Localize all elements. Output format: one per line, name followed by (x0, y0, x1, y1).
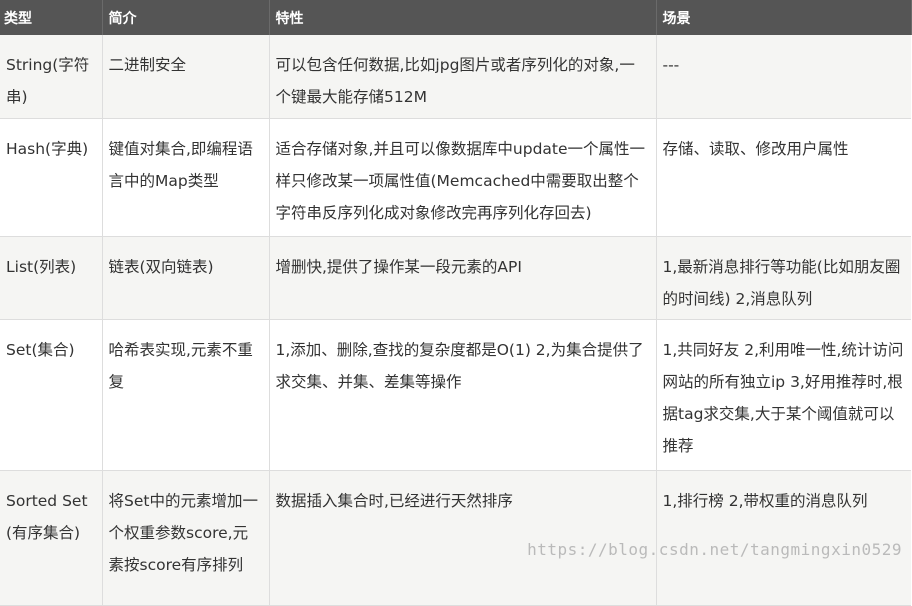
watermark-url: https://blog.csdn.net/tangmingxin0529 (527, 540, 902, 559)
table-row: Set(集合) 哈希表实现,元素不重复 1,添加、删除,查找的复杂度都是O(1)… (0, 319, 911, 471)
header-row: 类型 简介 特性 场景 (0, 0, 912, 35)
cell-scenarios: 1,最新消息排行等功能(比如朋友圈的时间线) 2,消息队列 (656, 236, 911, 320)
cell-type: List(列表) (0, 236, 103, 320)
header-scenarios: 场景 (656, 0, 912, 35)
table-row: String(字符串) 二进制安全 可以包含任何数据,比如jpg图片或者序列化的… (0, 35, 911, 119)
cell-intro: 链表(双向链表) (102, 236, 270, 320)
cell-features: 增删快,提供了操作某一段元素的API (269, 236, 657, 320)
table-row: Sorted Set(有序集合) 将Set中的元素增加一个权重参数score,元… (0, 470, 911, 606)
cell-intro: 将Set中的元素增加一个权重参数score,元素按score有序排列 (102, 470, 270, 606)
cell-type: Hash(字典) (0, 118, 103, 237)
cell-scenarios: 1,排行榜 2,带权重的消息队列 (656, 470, 911, 606)
cell-type: Sorted Set(有序集合) (0, 470, 103, 606)
header-type: 类型 (0, 0, 103, 35)
cell-intro: 哈希表实现,元素不重复 (102, 319, 270, 471)
cell-scenarios: 存储、读取、修改用户属性 (656, 118, 911, 237)
table-row: List(列表) 链表(双向链表) 增删快,提供了操作某一段元素的API 1,最… (0, 236, 911, 320)
cell-type: String(字符串) (0, 35, 103, 119)
redis-data-types-table: 类型 简介 特性 场景 String(字符串) 二进制安全 可以包含任何数据,比… (0, 0, 912, 606)
cell-features: 可以包含任何数据,比如jpg图片或者序列化的对象,一个键最大能存储512M (269, 35, 657, 119)
cell-scenarios: --- (656, 35, 911, 119)
cell-features: 1,添加、删除,查找的复杂度都是O(1) 2,为集合提供了求交集、并集、差集等操… (269, 319, 657, 471)
cell-type: Set(集合) (0, 319, 103, 471)
cell-intro: 二进制安全 (102, 35, 270, 119)
header-features: 特性 (269, 0, 657, 35)
table-row: Hash(字典) 键值对集合,即编程语言中的Map类型 适合存储对象,并且可以像… (0, 118, 911, 237)
cell-features: 数据插入集合时,已经进行天然排序 (269, 470, 657, 606)
cell-intro: 键值对集合,即编程语言中的Map类型 (102, 118, 270, 237)
header-intro: 简介 (102, 0, 270, 35)
cell-features: 适合存储对象,并且可以像数据库中update一个属性一样只修改某一项属性值(Me… (269, 118, 657, 237)
cell-scenarios: 1,共同好友 2,利用唯一性,统计访问网站的所有独立ip 3,好用推荐时,根据t… (656, 319, 911, 471)
